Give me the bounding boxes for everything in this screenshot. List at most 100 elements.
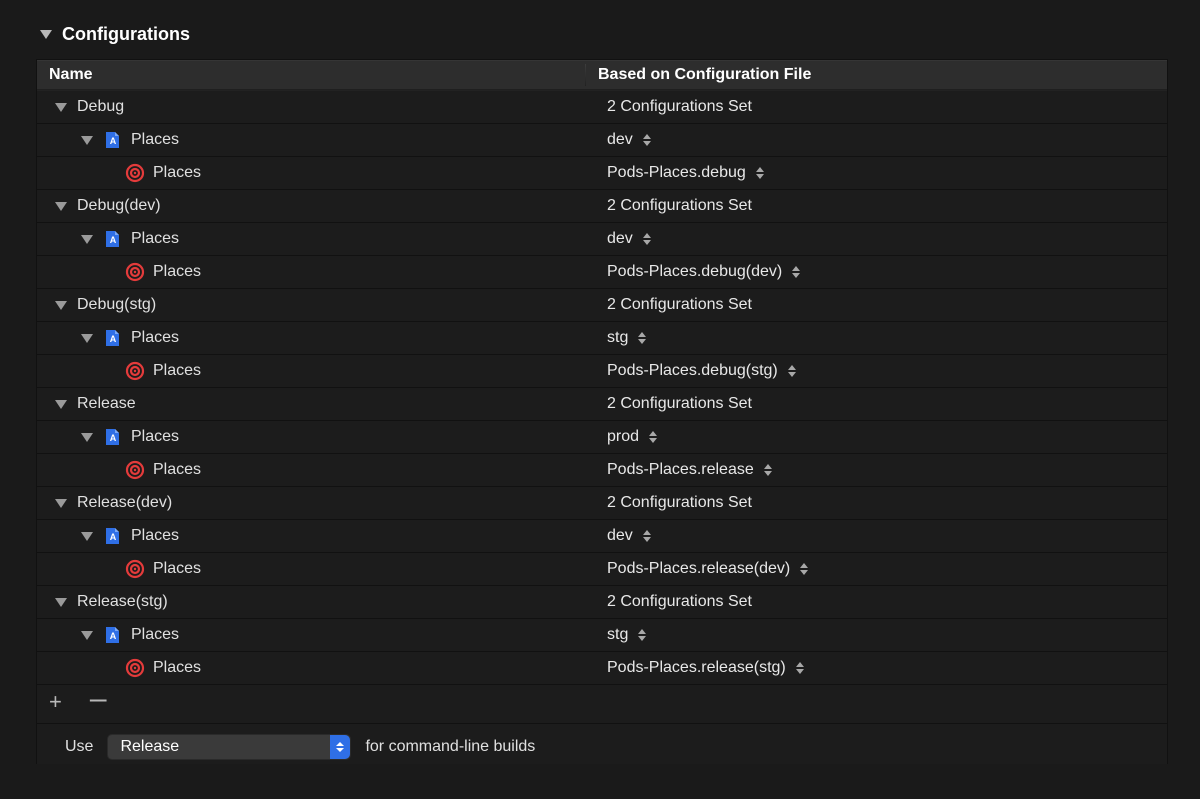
cell-name: Debug <box>37 98 585 116</box>
config-project-row[interactable]: A Places stg <box>37 619 1167 652</box>
row-based-value: stg <box>607 329 628 347</box>
config-group-row[interactable]: Debug 2 Configurations Set <box>37 91 1167 124</box>
stepper-arrows-icon <box>796 662 804 674</box>
config-target-row[interactable]: Places Pods-Places.release <box>37 454 1167 487</box>
disclosure-triangle-icon[interactable] <box>81 532 93 541</box>
row-name-label: Release(stg) <box>77 593 168 611</box>
config-target-row[interactable]: Places Pods-Places.debug <box>37 157 1167 190</box>
cell-based[interactable]: Pods-Places.debug <box>585 164 1167 182</box>
row-based-value: dev <box>607 230 633 248</box>
disclosure-triangle-icon[interactable] <box>55 499 67 508</box>
cell-name: A Places <box>37 625 585 645</box>
add-configuration-button[interactable]: + <box>49 691 62 713</box>
column-header-name[interactable]: Name <box>37 60 585 90</box>
row-name-label: Debug <box>77 98 124 116</box>
cell-based[interactable]: dev <box>585 131 1167 149</box>
cell-name: A Places <box>37 328 585 348</box>
cell-based[interactable]: Pods-Places.debug(dev) <box>585 263 1167 281</box>
cell-based: 2 Configurations Set <box>585 98 1167 116</box>
cell-based[interactable]: dev <box>585 527 1167 545</box>
target-icon <box>125 460 145 480</box>
row-based-value: Pods-Places.debug(stg) <box>607 362 778 380</box>
row-based-value: Pods-Places.debug(dev) <box>607 263 782 281</box>
cell-based[interactable]: stg <box>585 626 1167 644</box>
remove-configuration-button[interactable]: – <box>90 688 107 710</box>
stepper-arrows-icon <box>643 134 651 146</box>
cell-name: A Places <box>37 526 585 546</box>
column-header-based[interactable]: Based on Configuration File <box>586 60 1167 90</box>
row-based-value: Pods-Places.release(dev) <box>607 560 790 578</box>
config-project-row[interactable]: A Places dev <box>37 520 1167 553</box>
config-target-row[interactable]: Places Pods-Places.debug(stg) <box>37 355 1167 388</box>
disclosure-triangle-icon[interactable] <box>81 631 93 640</box>
svg-text:A: A <box>110 631 117 641</box>
use-for-builds-row: Use Release for command-line builds <box>37 724 1167 764</box>
row-based-value: 2 Configurations Set <box>607 395 752 413</box>
disclosure-triangle-icon[interactable] <box>81 433 93 442</box>
cell-based[interactable]: Pods-Places.release(stg) <box>585 659 1167 677</box>
disclosure-triangle-icon[interactable] <box>55 202 67 211</box>
row-based-value: 2 Configurations Set <box>607 593 752 611</box>
config-target-row[interactable]: Places Pods-Places.debug(dev) <box>37 256 1167 289</box>
cell-based[interactable]: stg <box>585 329 1167 347</box>
config-group-row[interactable]: Debug(dev) 2 Configurations Set <box>37 190 1167 223</box>
disclosure-triangle-icon[interactable] <box>55 400 67 409</box>
cell-name: Release <box>37 395 585 413</box>
disclosure-triangle-icon[interactable] <box>55 301 67 310</box>
config-target-row[interactable]: Places Pods-Places.release(dev) <box>37 553 1167 586</box>
row-name-label: Places <box>153 362 201 380</box>
use-configuration-value: Release <box>120 738 179 756</box>
stepper-arrows-icon <box>764 464 772 476</box>
row-name-label: Debug(stg) <box>77 296 156 314</box>
row-name-label: Places <box>153 461 201 479</box>
config-project-row[interactable]: A Places dev <box>37 124 1167 157</box>
use-label-prefix: Use <box>65 738 93 756</box>
disclosure-triangle-icon[interactable] <box>81 136 93 145</box>
cell-based: 2 Configurations Set <box>585 494 1167 512</box>
cell-name: Places <box>37 658 585 678</box>
cell-based[interactable]: Pods-Places.debug(stg) <box>585 362 1167 380</box>
stepper-arrows-icon <box>792 266 800 278</box>
disclosure-triangle-icon[interactable] <box>55 103 67 112</box>
cell-name: Release(stg) <box>37 593 585 611</box>
config-group-row[interactable]: Release(dev) 2 Configurations Set <box>37 487 1167 520</box>
cell-name: A Places <box>37 130 585 150</box>
svg-text:A: A <box>110 235 117 245</box>
config-target-row[interactable]: Places Pods-Places.release(stg) <box>37 652 1167 685</box>
use-configuration-popup[interactable]: Release <box>107 734 351 760</box>
config-group-row[interactable]: Debug(stg) 2 Configurations Set <box>37 289 1167 322</box>
row-based-value: stg <box>607 626 628 644</box>
disclosure-triangle-icon[interactable] <box>55 598 67 607</box>
cell-based[interactable]: prod <box>585 428 1167 446</box>
stepper-arrows-icon <box>643 233 651 245</box>
project-icon: A <box>103 130 123 150</box>
target-icon <box>125 361 145 381</box>
project-icon: A <box>103 526 123 546</box>
row-based-value: dev <box>607 131 633 149</box>
config-project-row[interactable]: A Places dev <box>37 223 1167 256</box>
cell-name: Places <box>37 163 585 183</box>
stepper-arrows-icon <box>800 563 808 575</box>
svg-text:A: A <box>110 532 117 542</box>
cell-based[interactable]: Pods-Places.release(dev) <box>585 560 1167 578</box>
config-project-row[interactable]: A Places prod <box>37 421 1167 454</box>
svg-text:A: A <box>110 334 117 344</box>
cell-name: A Places <box>37 229 585 249</box>
use-label-suffix: for command-line builds <box>365 738 535 756</box>
disclosure-triangle-icon[interactable] <box>81 235 93 244</box>
disclosure-triangle-icon[interactable] <box>81 334 93 343</box>
row-based-value: 2 Configurations Set <box>607 197 752 215</box>
config-group-row[interactable]: Release(stg) 2 Configurations Set <box>37 586 1167 619</box>
cell-name: A Places <box>37 427 585 447</box>
config-group-row[interactable]: Release 2 Configurations Set <box>37 388 1167 421</box>
section-header[interactable]: Configurations <box>36 24 1168 45</box>
config-project-row[interactable]: A Places stg <box>37 322 1167 355</box>
row-name-label: Places <box>131 230 179 248</box>
target-icon <box>125 262 145 282</box>
configurations-table: Name Based on Configuration File Debug 2… <box>36 59 1168 764</box>
row-based-value: 2 Configurations Set <box>607 494 752 512</box>
cell-based: 2 Configurations Set <box>585 395 1167 413</box>
cell-based[interactable]: Pods-Places.release <box>585 461 1167 479</box>
cell-based[interactable]: dev <box>585 230 1167 248</box>
svg-text:A: A <box>110 433 117 443</box>
